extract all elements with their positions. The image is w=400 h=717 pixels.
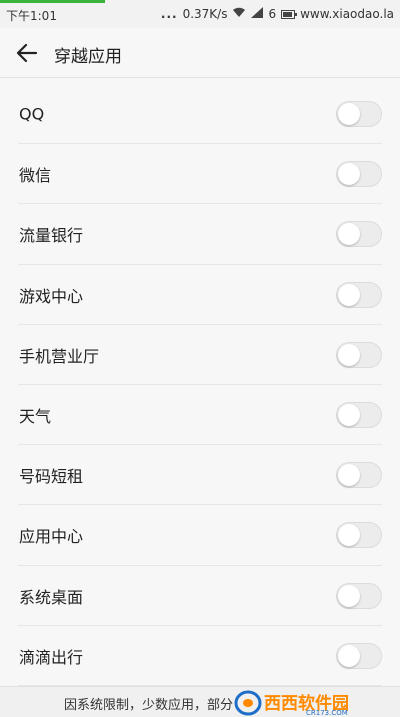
list-item-qq[interactable]: QQ	[0, 84, 400, 145]
toggle-switch[interactable]	[336, 161, 382, 188]
list-item-number-rental[interactable]: 号码短租	[0, 445, 400, 506]
list-item-label: 号码短租	[19, 467, 84, 487]
toggle-switch[interactable]	[336, 101, 382, 128]
notification-dots: ...	[160, 7, 178, 21]
back-arrow-icon[interactable]	[14, 41, 40, 65]
list-item-label: 手机营业厅	[19, 346, 100, 366]
system-limit-notice: 因系统限制，少数应用，部分	[64, 698, 234, 713]
network-speed: 0.37K/s	[182, 7, 228, 21]
toggle-switch[interactable]	[336, 522, 382, 549]
status-time: 下午1:01	[6, 9, 57, 23]
toggle-knob	[338, 464, 360, 487]
toggle-switch[interactable]	[336, 341, 382, 368]
list-item-label: 微信	[19, 166, 52, 186]
wifi-icon	[232, 7, 246, 21]
page-title: 穿越应用	[54, 47, 122, 67]
toggle-knob	[338, 283, 360, 306]
toggle-switch[interactable]	[336, 642, 382, 669]
watermark-site: www.xiaodao.la	[300, 7, 394, 21]
app-list: QQ 微信 流量银行 游戏中心 手机营业厅 天气 号码短租 应用中心 系统桌面 …	[0, 84, 400, 687]
list-item-system-desktop[interactable]: 系统桌面	[0, 566, 400, 626]
status-bar: 下午1:01 ... 0.37K/s 6 www.xiaodao.la	[0, 0, 400, 28]
toggle-knob	[338, 644, 360, 667]
page-load-progress	[0, 0, 105, 3]
toggle-knob	[338, 584, 360, 607]
toggle-knob	[338, 524, 360, 547]
list-item-traffic-bank[interactable]: 流量银行	[0, 204, 400, 265]
toggle-knob	[338, 163, 360, 186]
list-item-label: 流量银行	[19, 226, 84, 246]
list-item-didi[interactable]: 滴滴出行	[0, 626, 400, 687]
list-item-label: 天气	[19, 407, 52, 427]
toggle-switch[interactable]	[336, 281, 382, 308]
toggle-switch[interactable]	[336, 221, 382, 248]
status-right-group: ... 0.37K/s 6 www.xiaodao.la	[161, 7, 394, 21]
signal-icon	[251, 7, 264, 21]
list-item-weather[interactable]: 天气	[0, 385, 400, 446]
svg-text:CR173.COM: CR173.COM	[306, 709, 348, 716]
list-item-label: 系统桌面	[19, 587, 84, 607]
toggle-switch[interactable]	[336, 462, 382, 489]
toggle-switch[interactable]	[336, 402, 382, 429]
list-item-wechat[interactable]: 微信	[0, 144, 400, 205]
toggle-knob	[338, 103, 360, 126]
list-item-game-center[interactable]: 游戏中心	[0, 265, 400, 325]
battery-icon	[281, 9, 298, 19]
toggle-knob	[338, 404, 360, 427]
toggle-switch[interactable]	[336, 582, 382, 609]
list-item-app-center[interactable]: 应用中心	[0, 505, 400, 566]
title-bar: 穿越应用	[0, 28, 400, 78]
list-item-label: QQ	[19, 104, 45, 124]
list-item-label: 应用中心	[19, 527, 84, 547]
site-logo-icon: 西西软件园 CR173.COM	[234, 690, 349, 716]
list-item-mobile-hall[interactable]: 手机营业厅	[0, 325, 400, 386]
toggle-knob	[338, 343, 360, 366]
toggle-knob	[338, 223, 360, 246]
signal-label: 6	[268, 7, 277, 21]
list-item-label: 滴滴出行	[19, 647, 84, 667]
list-item-label: 游戏中心	[19, 286, 84, 306]
bottom-notice-bar: 因系统限制，少数应用，部分 西西软件园 CR173.COM	[0, 686, 400, 717]
